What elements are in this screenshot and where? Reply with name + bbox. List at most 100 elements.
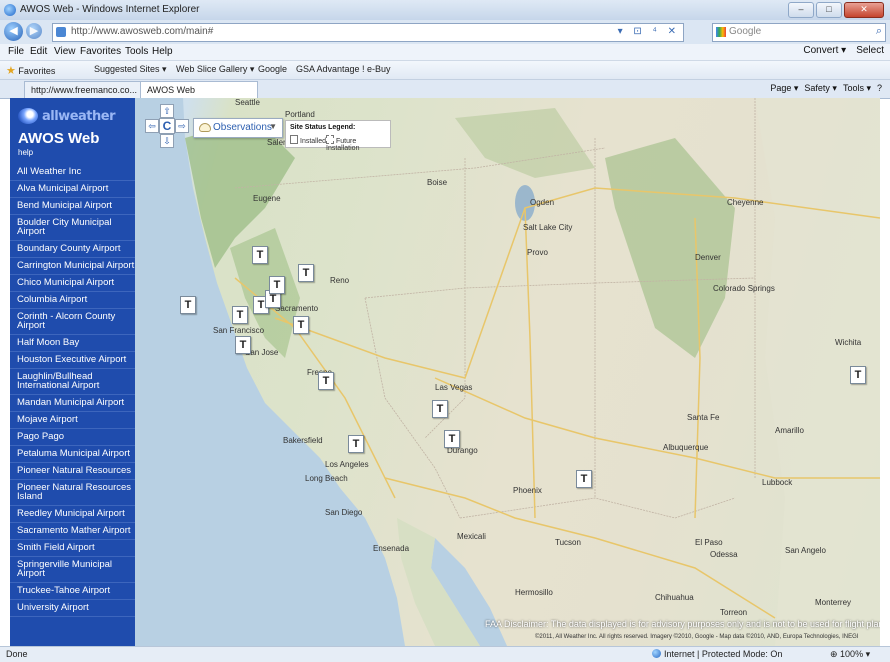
menu-edit[interactable]: Edit <box>30 46 47 57</box>
site-link[interactable]: Laughlin/Bullhead International Airport <box>10 369 135 395</box>
city-label: Amarillo <box>775 426 804 435</box>
forward-icon[interactable]: ▶ <box>26 23 42 39</box>
menu-help[interactable]: Help <box>152 46 173 57</box>
tab-awos-web[interactable]: AWOS Web <box>140 81 258 98</box>
pan-right-button[interactable]: ⇨ <box>175 119 189 133</box>
site-link[interactable]: Pioneer Natural Resources <box>10 463 135 480</box>
site-link[interactable]: Alva Municipal Airport <box>10 181 135 198</box>
site-link[interactable]: Truckee-Tahoe Airport <box>10 583 135 600</box>
awos-tower-icon[interactable]: T <box>232 306 248 324</box>
site-link[interactable]: Columbia Airport <box>10 292 135 309</box>
gsa-advantage-link[interactable]: GSA Advantage ! e-Buy <box>296 64 391 74</box>
search-icon[interactable]: ⌕ <box>876 25 882 38</box>
site-link[interactable]: Pioneer Natural Resources Island <box>10 480 135 506</box>
address-input[interactable]: http://www.awosweb.com/main# ▾ ⊡ ⁴ ✕ <box>52 23 684 42</box>
suggested-sites-link[interactable]: Suggested Sites ▾ <box>94 64 167 75</box>
site-link[interactable]: Half Moon Bay <box>10 335 135 352</box>
map-view[interactable]: Portland Salem Boise Eugene Seattle Cheyenne O… <box>135 98 880 646</box>
site-link[interactable]: Carrington Municipal Airport <box>10 258 135 275</box>
convert-button[interactable]: Convert ▾ <box>803 45 846 56</box>
status-bar: Done Internet | Protected Mode: On ⊕ 100… <box>0 646 890 662</box>
site-link[interactable]: Pago Pago <box>10 429 135 446</box>
site-link[interactable]: Boundary County Airport <box>10 241 135 258</box>
city-label: Reno <box>330 276 350 285</box>
site-link[interactable]: Mojave Airport <box>10 412 135 429</box>
site-link[interactable]: Chico Municipal Airport <box>10 275 135 292</box>
tab-freemanco[interactable]: http://www.freemanco.co... <box>24 81 148 98</box>
city-label: Eugene <box>253 194 281 203</box>
page-content: allweather AWOS Web help All Weather Inc… <box>10 98 880 646</box>
star-icon: ★ <box>6 65 16 77</box>
search-input[interactable]: Google ⌕ <box>712 23 886 42</box>
security-zone: Internet | Protected Mode: On <box>652 649 782 659</box>
awos-tower-icon[interactable]: T <box>298 264 314 282</box>
safety-menu[interactable]: Safety ▾ <box>804 83 837 94</box>
site-status-legend: Site Status Legend: Installed Future Ins… <box>285 120 391 152</box>
awos-tower-icon[interactable]: T <box>235 336 251 354</box>
site-link[interactable]: Boulder City Municipal Airport <box>10 215 135 241</box>
city-label: Monterrey <box>815 598 852 607</box>
observations-dropdown[interactable]: Observations ▼ <box>193 118 283 138</box>
maximize-button[interactable]: □ <box>816 2 842 18</box>
installed-swatch-icon <box>290 135 298 144</box>
close-button[interactable]: ✕ <box>844 2 884 18</box>
zoom-level[interactable]: ⊕ 100% ▾ <box>830 649 870 660</box>
site-link[interactable]: Smith Field Airport <box>10 540 135 557</box>
back-icon[interactable]: ◀ <box>4 22 23 41</box>
page-icon <box>56 27 66 37</box>
search-placeholder: Google <box>729 26 762 37</box>
city-label: Lubbock <box>762 478 793 487</box>
site-link[interactable]: Bend Municipal Airport <box>10 198 135 215</box>
menu-favorites[interactable]: Favorites <box>80 46 121 57</box>
awos-tower-icon[interactable]: T <box>850 366 866 384</box>
site-link[interactable]: University Airport <box>10 600 135 617</box>
site-link[interactable]: Reedley Municipal Airport <box>10 506 135 523</box>
cloud-icon <box>199 123 211 132</box>
site-link[interactable]: Sacramento Mather Airport <box>10 523 135 540</box>
awos-tower-icon[interactable]: T <box>576 470 592 488</box>
pan-center-button[interactable]: C <box>159 118 175 134</box>
awos-tower-icon[interactable]: T <box>432 400 448 418</box>
city-label: San Angelo <box>785 546 826 555</box>
tab-bar: http://www.freemanco.co... AWOS Web Page… <box>0 80 890 99</box>
pan-control: ⇧ ⇦ C ⇨ ⇩ <box>145 104 189 148</box>
favorites-button[interactable]: ★ Favorites <box>6 64 55 77</box>
site-link[interactable]: Mandan Municipal Airport <box>10 395 135 412</box>
web-slice-gallery-link[interactable]: Web Slice Gallery ▾ <box>176 64 254 75</box>
awos-tower-icon[interactable]: T <box>293 316 309 334</box>
awos-tower-icon[interactable]: T <box>348 435 364 453</box>
address-tools[interactable]: ▾ ⊡ ⁴ ✕ <box>618 26 680 37</box>
minimize-button[interactable]: – <box>788 2 814 18</box>
map-copyright: ©2011, All Weather Inc. All rights reser… <box>535 634 859 640</box>
site-link[interactable]: Springerville Municipal Airport <box>10 557 135 583</box>
site-link[interactable]: Houston Executive Airport <box>10 352 135 369</box>
city-label: El Paso <box>695 538 723 547</box>
pan-up-button[interactable]: ⇧ <box>160 104 174 118</box>
awos-tower-icon[interactable]: T <box>252 246 268 264</box>
legend-future: Future Installation <box>326 135 390 152</box>
menu-file[interactable]: File <box>8 46 24 57</box>
select-button[interactable]: Select <box>856 45 884 56</box>
awos-tower-icon[interactable]: T <box>444 430 460 448</box>
window-title: AWOS Web - Windows Internet Explorer <box>20 4 200 15</box>
site-list: All Weather Inc Alva Municipal Airport Ben… <box>10 164 135 617</box>
page-menu[interactable]: Page ▾ <box>770 83 798 94</box>
city-label: Bakersfield <box>283 436 323 445</box>
site-link[interactable]: Petaluma Municipal Airport <box>10 446 135 463</box>
site-link[interactable]: All Weather Inc <box>10 164 135 181</box>
city-label: Long Beach <box>305 474 348 483</box>
city-label: Torreon <box>720 608 748 617</box>
legend-title: Site Status Legend: <box>290 124 356 131</box>
pan-down-button[interactable]: ⇩ <box>160 134 174 148</box>
site-link[interactable]: Corinth - Alcorn County Airport <box>10 309 135 335</box>
google-link[interactable]: Google <box>258 64 287 74</box>
tools-menu[interactable]: Tools ▾ <box>843 83 871 94</box>
awos-tower-icon[interactable]: T <box>180 296 196 314</box>
awos-tower-icon[interactable]: T <box>318 372 334 390</box>
awos-tower-icon[interactable]: T <box>269 276 285 294</box>
menu-tools[interactable]: Tools <box>125 46 148 57</box>
pan-left-button[interactable]: ⇦ <box>145 119 159 133</box>
help-link[interactable]: help <box>18 148 33 157</box>
menu-view[interactable]: View <box>54 46 76 57</box>
help-icon[interactable]: ? <box>877 83 882 94</box>
